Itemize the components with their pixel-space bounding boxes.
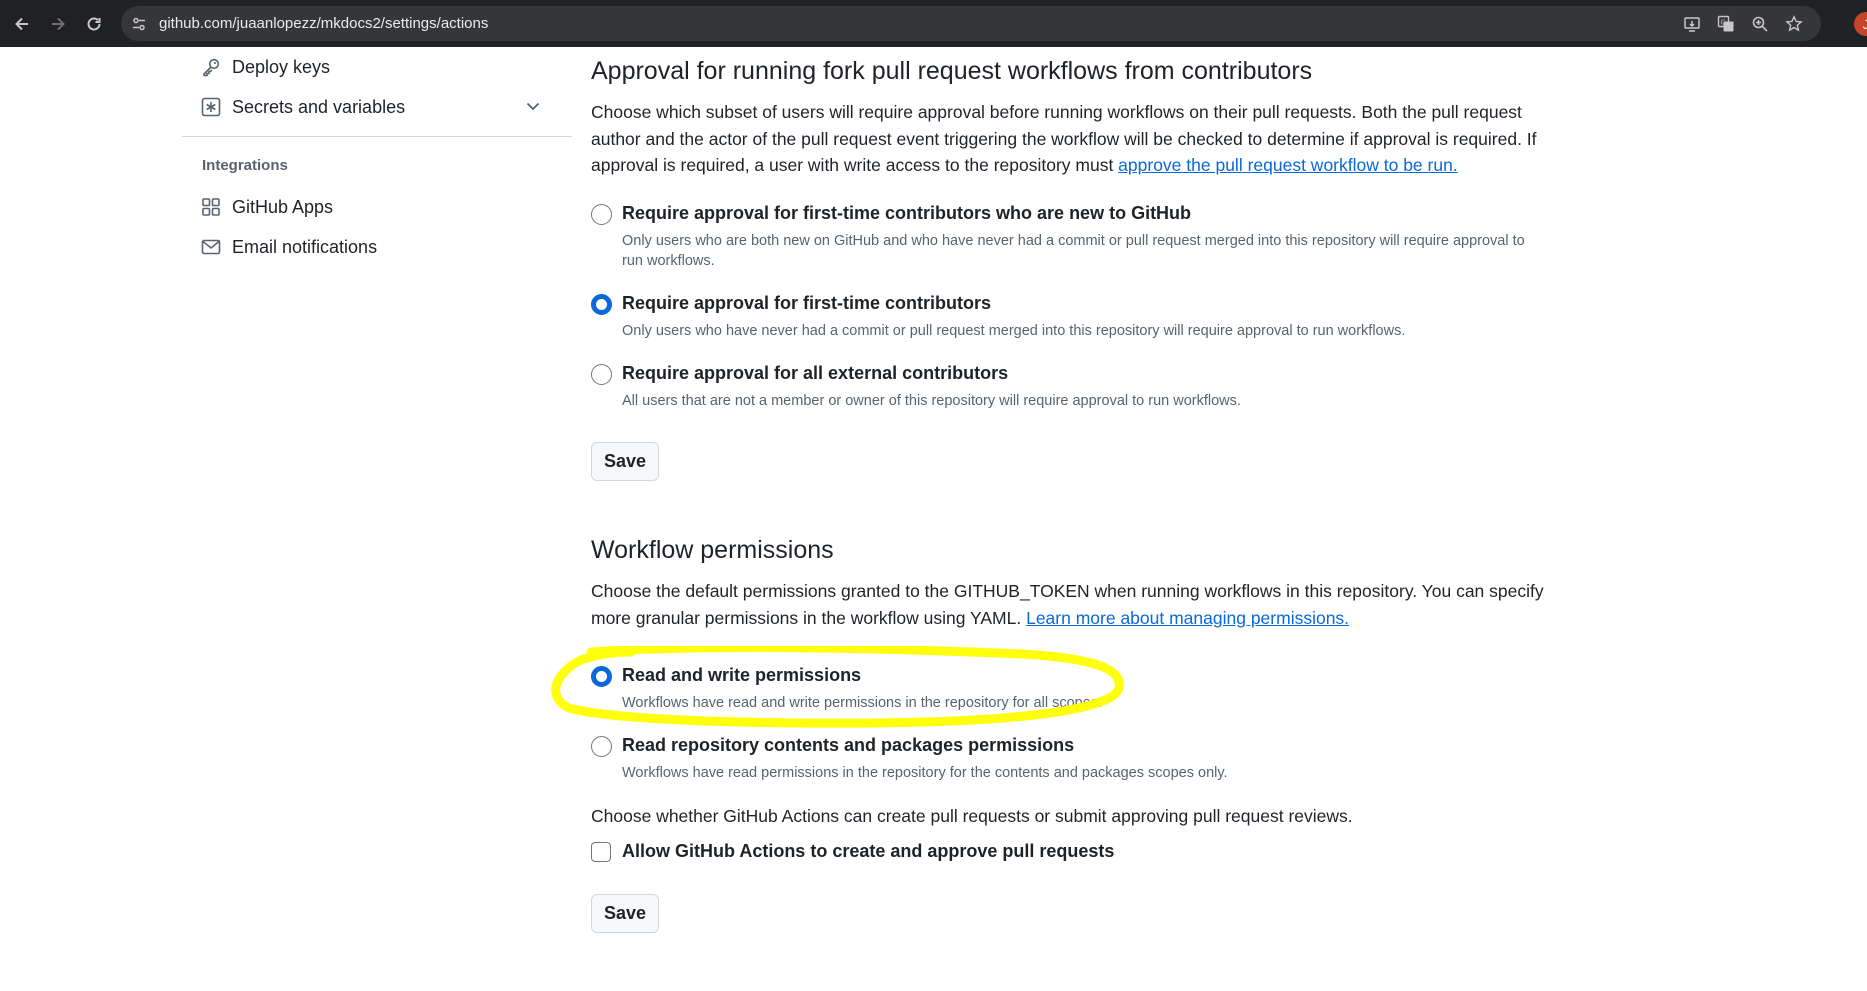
asterisk-square-icon [200, 96, 222, 118]
profile-avatar[interactable]: J [1854, 12, 1867, 36]
mail-icon [200, 236, 222, 258]
option-description: Only users who are both new on GitHub an… [622, 233, 1525, 269]
sidebar-item-email-notifications[interactable]: Email notifications [182, 229, 562, 265]
sidebar-item-label: Deploy keys [232, 56, 331, 77]
apps-grid-icon [200, 196, 222, 218]
radio-new-to-github[interactable] [591, 204, 612, 225]
address-bar[interactable]: github.com/juaanlopezz/mkdocs2/settings/… [121, 6, 1821, 41]
workflow-permissions-title: Workflow permissions [591, 536, 834, 564]
radio-read-write[interactable] [591, 666, 612, 687]
option-description: Workflows have read permissions in the r… [622, 765, 1228, 781]
option-description: Only users who have never had a commit o… [622, 323, 1406, 339]
radio-first-time-contributors[interactable] [591, 294, 612, 315]
reload-button[interactable] [76, 6, 112, 42]
translate-icon[interactable]: G [1715, 13, 1737, 35]
install-app-icon[interactable] [1681, 13, 1703, 35]
learn-more-permissions-link[interactable]: Learn more about managing permissions. [1026, 608, 1349, 628]
radio-all-external[interactable] [591, 364, 612, 385]
fork-approval-title: Approval for running fork pull request w… [591, 57, 1313, 85]
workflow-permissions-description: Choose the default permissions granted t… [591, 581, 1544, 628]
option-description: Workflows have read and write permission… [622, 695, 1103, 711]
browser-toolbar: github.com/juaanlopezz/mkdocs2/settings/… [0, 0, 1867, 47]
pull-request-permission-text: Choose whether GitHub Actions can create… [591, 806, 1353, 826]
save-button[interactable]: Save [591, 442, 659, 481]
back-button[interactable] [4, 6, 40, 42]
option-label[interactable]: Allow GitHub Actions to create and appro… [622, 841, 1114, 862]
option-label[interactable]: Require approval for all external contri… [622, 363, 1008, 384]
sidebar-heading-integrations: Integrations [202, 157, 288, 174]
arrow-right-icon [52, 17, 65, 31]
reload-icon [87, 17, 101, 31]
bookmark-star-icon[interactable] [1783, 13, 1805, 35]
option-label[interactable]: Read repository contents and packages pe… [622, 735, 1074, 756]
allow-actions-pr-checkbox[interactable] [591, 842, 611, 862]
option-label[interactable]: Read and write permissions [622, 665, 861, 686]
chevron-down-icon[interactable] [524, 97, 542, 120]
svg-text:G: G [1721, 18, 1726, 26]
sidebar-divider [182, 136, 572, 137]
forward-button[interactable] [40, 6, 76, 42]
key-icon [200, 56, 222, 78]
sidebar-item-label: Email notifications [232, 236, 378, 257]
sidebar-item-deploy-keys[interactable]: Deploy keys [182, 49, 562, 85]
highlight-annotation [551, 646, 1124, 728]
tune-icon [133, 17, 145, 30]
sidebar-item-github-apps[interactable]: GitHub Apps [182, 189, 562, 225]
option-description: All users that are not a member or owner… [622, 393, 1241, 409]
site-info-button[interactable] [121, 6, 157, 41]
option-label[interactable]: Require approval for first-time contribu… [622, 293, 991, 314]
arrow-left-icon [15, 17, 28, 31]
zoom-icon[interactable] [1749, 13, 1771, 35]
sidebar-item-label: GitHub Apps [232, 196, 334, 217]
fork-approval-description: Choose which subset of users will requir… [591, 102, 1537, 175]
radio-read-only[interactable] [591, 736, 612, 757]
save-button[interactable]: Save [591, 894, 659, 933]
url-text[interactable]: github.com/juaanlopezz/mkdocs2/settings/… [159, 15, 488, 32]
approve-workflow-link[interactable]: approve the pull request workflow to be … [1118, 155, 1458, 175]
sidebar-item-secrets-and-variables[interactable]: Secrets and variables [182, 89, 562, 125]
option-label[interactable]: Require approval for first-time contribu… [622, 203, 1191, 224]
sidebar-item-label: Secrets and variables [232, 96, 406, 117]
